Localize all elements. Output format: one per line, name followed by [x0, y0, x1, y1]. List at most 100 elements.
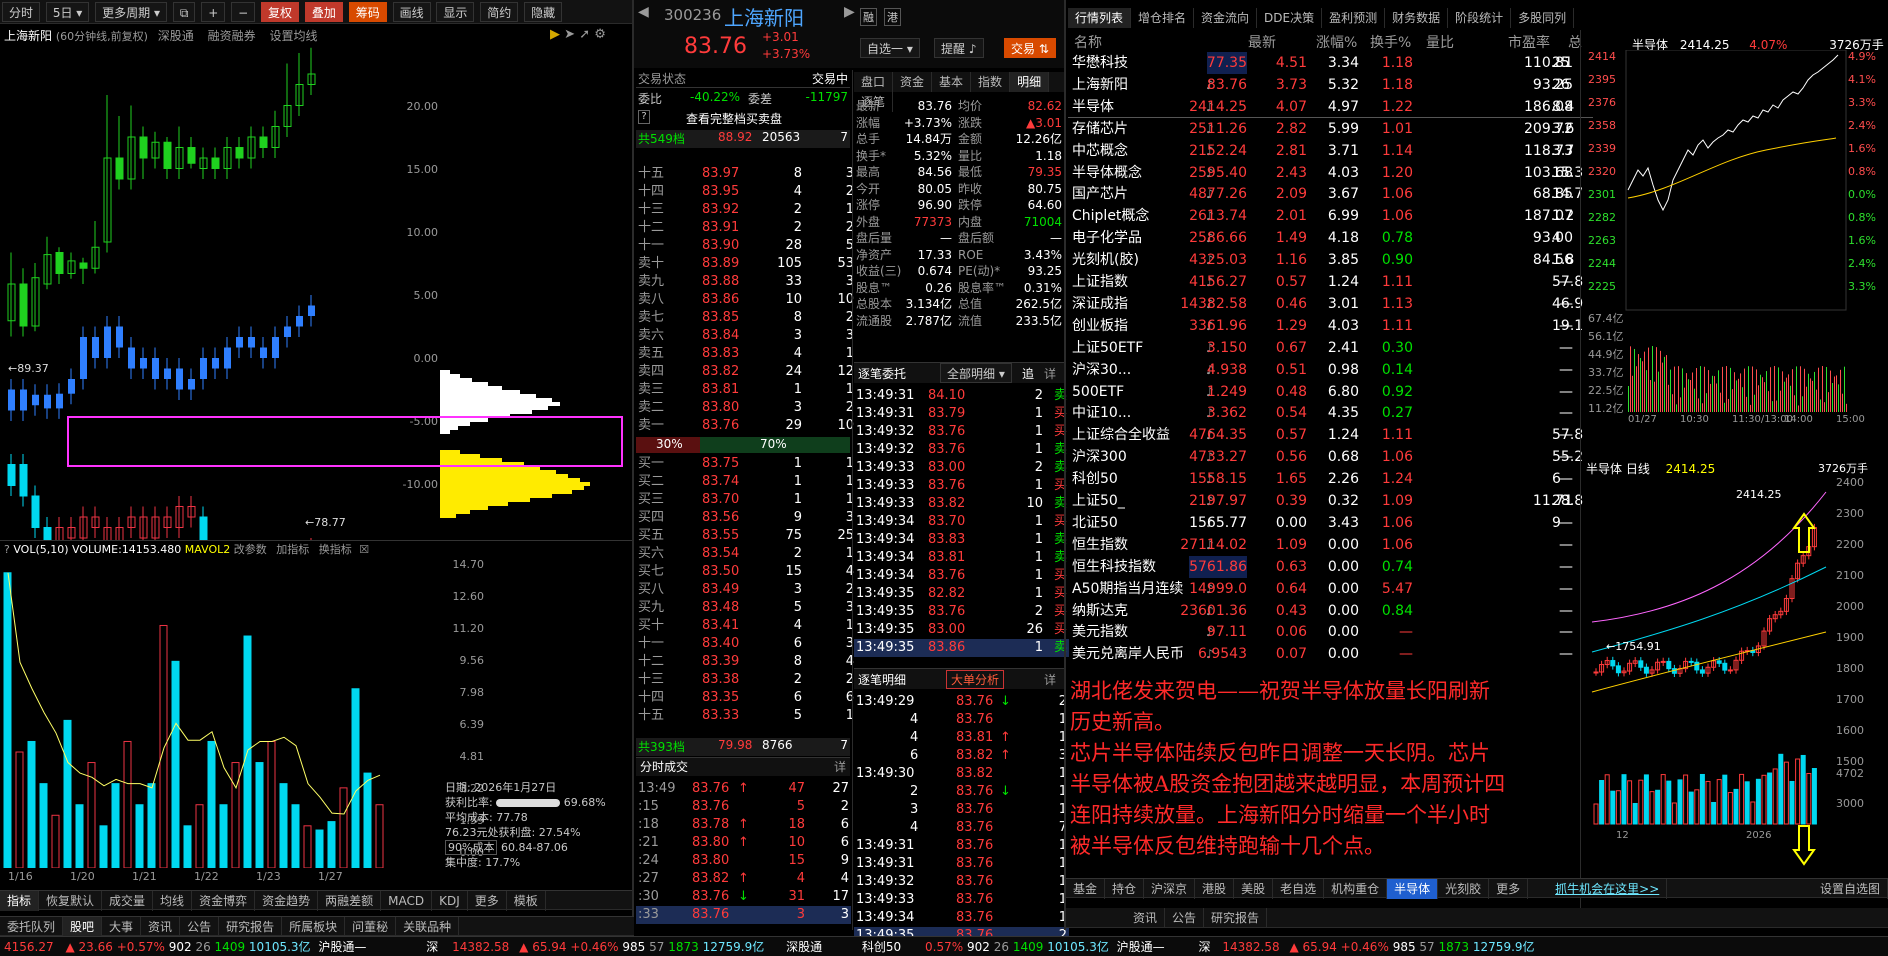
- chouma-button[interactable]: 筹码: [348, 2, 387, 22]
- jiaoyi-button[interactable]: 交易 ⇅: [1004, 38, 1056, 58]
- market-tab-2[interactable]: 资金流向: [1194, 8, 1258, 28]
- market-row[interactable]: 存储芯片 ♪ 2511.26 2.82 5.99 1.01 209.72 3.6: [1068, 118, 1593, 140]
- more-period-select[interactable]: 更多周期 ▾: [95, 2, 168, 22]
- market-row[interactable]: A50期指当月连续 ♪ 14999.0 0.64 0.00 5.47—: [1068, 578, 1593, 600]
- sell-level[interactable]: 卖一 83.76 29 10: [636, 417, 856, 435]
- market-row[interactable]: 华懋科技♪77.354.513.341.18110.8125: [1068, 52, 1593, 74]
- vol-params-link[interactable]: 改参数: [234, 543, 267, 556]
- stats-tab-2[interactable]: 基本: [932, 72, 972, 92]
- fuquan-button[interactable]: 复权: [261, 2, 300, 22]
- sell-level[interactable]: 卖六 83.84 3 3: [636, 327, 856, 345]
- indicator-tab-10[interactable]: 模板: [507, 891, 546, 911]
- market-row[interactable]: 恒生科技指数♪5761.860.630.000.74—: [1068, 555, 1593, 578]
- indicator-tab-9[interactable]: 更多: [468, 891, 507, 911]
- stats-tab-0[interactable]: 盘口: [854, 72, 894, 92]
- vol-add-link[interactable]: 加指标: [276, 543, 309, 556]
- buy-level[interactable]: 十四 83.35 6 6: [636, 689, 856, 707]
- sell-level[interactable]: 十二 83.91 2 2: [636, 219, 856, 237]
- market-row[interactable]: 半导体 ♪ 2414.25 4.07 4.97 1.22 186.08 8.4: [1068, 96, 1593, 118]
- market-header-col[interactable]: 最新: [1248, 32, 1276, 52]
- buy-level[interactable]: 买六 83.54 2 1: [636, 545, 856, 563]
- market-row[interactable]: 上证指数 ♪ 4156.27 0.57 1.24 1.11—57.8: [1068, 271, 1593, 293]
- market-row[interactable]: 美元兑离岸人民币 ♪ 6.9543 0.07 0.00— —: [1068, 643, 1593, 665]
- market-tab-0[interactable]: 行情列表: [1068, 8, 1132, 28]
- buy-level[interactable]: 买七 83.50 15 4: [636, 563, 856, 581]
- sell-level[interactable]: 卖九 83.88 33 3: [636, 273, 856, 291]
- market-tab-7[interactable]: 多股同列: [1511, 8, 1575, 28]
- indicator-tab-0[interactable]: 指标: [0, 891, 40, 911]
- gang-badge[interactable]: 港: [884, 8, 901, 26]
- sector-tab-7[interactable]: 半导体: [1387, 879, 1439, 899]
- bottom-tab-right-1[interactable]: 公告: [1165, 908, 1205, 928]
- pointer-icon[interactable]: ➤: [564, 27, 575, 42]
- set-zixuan-link[interactable]: 设置自选图: [1813, 879, 1888, 899]
- market-row[interactable]: 半导体概念 ♪ 2595.40 2.43 4.03 1.20 103.68 15.3: [1068, 162, 1593, 184]
- sell-level[interactable]: 十四 83.95 4 2: [636, 183, 856, 201]
- sell-level[interactable]: 卖五 83.83 4 1: [636, 345, 856, 363]
- sell-level[interactable]: 十五 83.97 8 3: [636, 165, 856, 183]
- market-row[interactable]: 国产芯片 ♪ 4877.26 2.09 3.67 1.06 68.85 14.7: [1068, 183, 1593, 205]
- sector-tab-6[interactable]: 机构重仓: [1324, 879, 1388, 899]
- indicator-tab-7[interactable]: MACD: [381, 891, 433, 911]
- hgt-link[interactable]: 沪股通: [318, 940, 354, 954]
- buy-level[interactable]: 十二 83.39 8 4: [636, 653, 856, 671]
- market-header-col[interactable]: 换手%: [1370, 32, 1411, 52]
- buy-level[interactable]: 买九 83.48 5 3: [636, 599, 856, 617]
- buy-level[interactable]: 买四 83.56 9 3: [636, 509, 856, 527]
- arrow-icon[interactable]: ➚: [579, 27, 590, 42]
- market-row[interactable]: 科创50 ♪ 1558.15 1.65 2.26 1.24—6: [1068, 468, 1593, 490]
- diejia-button[interactable]: 叠加: [304, 2, 343, 22]
- time-button[interactable]: 分时: [2, 2, 41, 22]
- market-row[interactable]: 北证50 ♪ 1565.77 0.00 3.43 1.06—9: [1068, 512, 1593, 534]
- bottom-tab-4[interactable]: 公告: [180, 917, 220, 937]
- indicator-tab-4[interactable]: 资金博弈: [192, 891, 256, 911]
- fenshi-detail-button[interactable]: 详: [834, 758, 846, 775]
- jianyue-button[interactable]: 简约: [480, 2, 519, 22]
- close-icon[interactable]: ☒: [359, 543, 369, 556]
- buy-level[interactable]: 十五 83.33 5 1: [636, 707, 856, 725]
- sell-level[interactable]: 卖二 83.80 3 2: [636, 399, 856, 417]
- indicator-tab-1[interactable]: 恢复默认: [39, 891, 103, 911]
- copy-icon[interactable]: ⧉: [172, 2, 196, 22]
- buy-level[interactable]: 买一 83.75 1 1: [636, 455, 856, 473]
- prev-icon[interactable]: ◀: [638, 4, 649, 20]
- market-header-col[interactable]: 名称: [1074, 32, 1102, 52]
- sell-level[interactable]: 卖八 83.86 10 10: [636, 291, 856, 309]
- next-icon[interactable]: ▶: [844, 4, 855, 20]
- sector-tab-8[interactable]: 光刻胶: [1438, 879, 1490, 899]
- market-row[interactable]: 电子化学品 ♪ 2586.66 1.49 4.18 0.78 93.00 4: [1068, 227, 1593, 249]
- sell-level[interactable]: 卖十 83.89 105 53: [636, 255, 856, 273]
- sector-tab-5[interactable]: 老自选: [1273, 879, 1325, 899]
- zbmx-detail-button[interactable]: 详: [1044, 671, 1056, 688]
- sell-level[interactable]: 卖四 83.82 24 12: [636, 363, 856, 381]
- sgt-status-link[interactable]: 深股通: [786, 940, 822, 954]
- bottom-tab-right-0[interactable]: 资讯: [1126, 908, 1166, 928]
- zbwt-detail-button[interactable]: 详: [1044, 365, 1056, 382]
- rong-badge[interactable]: 融: [860, 8, 877, 26]
- market-row[interactable]: 中芯概念 ♪ 2152.24 2.81 3.71 1.14 118.73 3.7: [1068, 140, 1593, 162]
- bottom-tab-0[interactable]: 委托队列: [0, 917, 64, 937]
- stats-tab-4[interactable]: 明细: [1010, 72, 1050, 92]
- sector-tab-9[interactable]: 更多: [1489, 879, 1529, 899]
- bottom-tab-1[interactable]: 股吧: [63, 917, 103, 937]
- market-row[interactable]: 纳斯达克 ♪ 23601.36 0.43 0.00 0.84—: [1068, 600, 1593, 622]
- market-row[interactable]: 沪深30... ♪ 4.938 0.51 0.98 0.14—: [1068, 359, 1593, 381]
- market-header-col[interactable]: 涨幅%: [1316, 32, 1357, 52]
- buy-level[interactable]: 十一 83.40 6 3: [636, 635, 856, 653]
- market-tab-4[interactable]: 盈利预测: [1322, 8, 1386, 28]
- market-row[interactable]: 500ETF ♪ 1.249 0.48 6.80 0.92—: [1068, 381, 1593, 403]
- view-all-link[interactable]: 查看完整档买卖盘: [686, 110, 782, 127]
- buy-level[interactable]: 买十 83.41 4 1: [636, 617, 856, 635]
- bottom-tab-7[interactable]: 问董秘: [345, 917, 397, 937]
- sell-level[interactable]: 卖三 83.81 1 1: [636, 381, 856, 399]
- indicator-tab-3[interactable]: 均线: [153, 891, 193, 911]
- flag-icon[interactable]: ▶: [550, 27, 560, 42]
- buy-level[interactable]: 十三 83.38 2 2: [636, 671, 856, 689]
- tixing-button[interactable]: 提醒 ♪: [934, 38, 984, 58]
- minus-icon[interactable]: −: [231, 2, 256, 22]
- zbwt-zhui-button[interactable]: 追: [1022, 365, 1034, 382]
- market-row[interactable]: 沪深300 ♪ 4733.27 0.56 0.68 1.06—55.2: [1068, 446, 1593, 468]
- sector-tab-0[interactable]: 基金: [1066, 879, 1106, 899]
- big-order-button[interactable]: 大单分析: [946, 670, 1005, 689]
- xianshi-button[interactable]: 显示: [436, 2, 475, 22]
